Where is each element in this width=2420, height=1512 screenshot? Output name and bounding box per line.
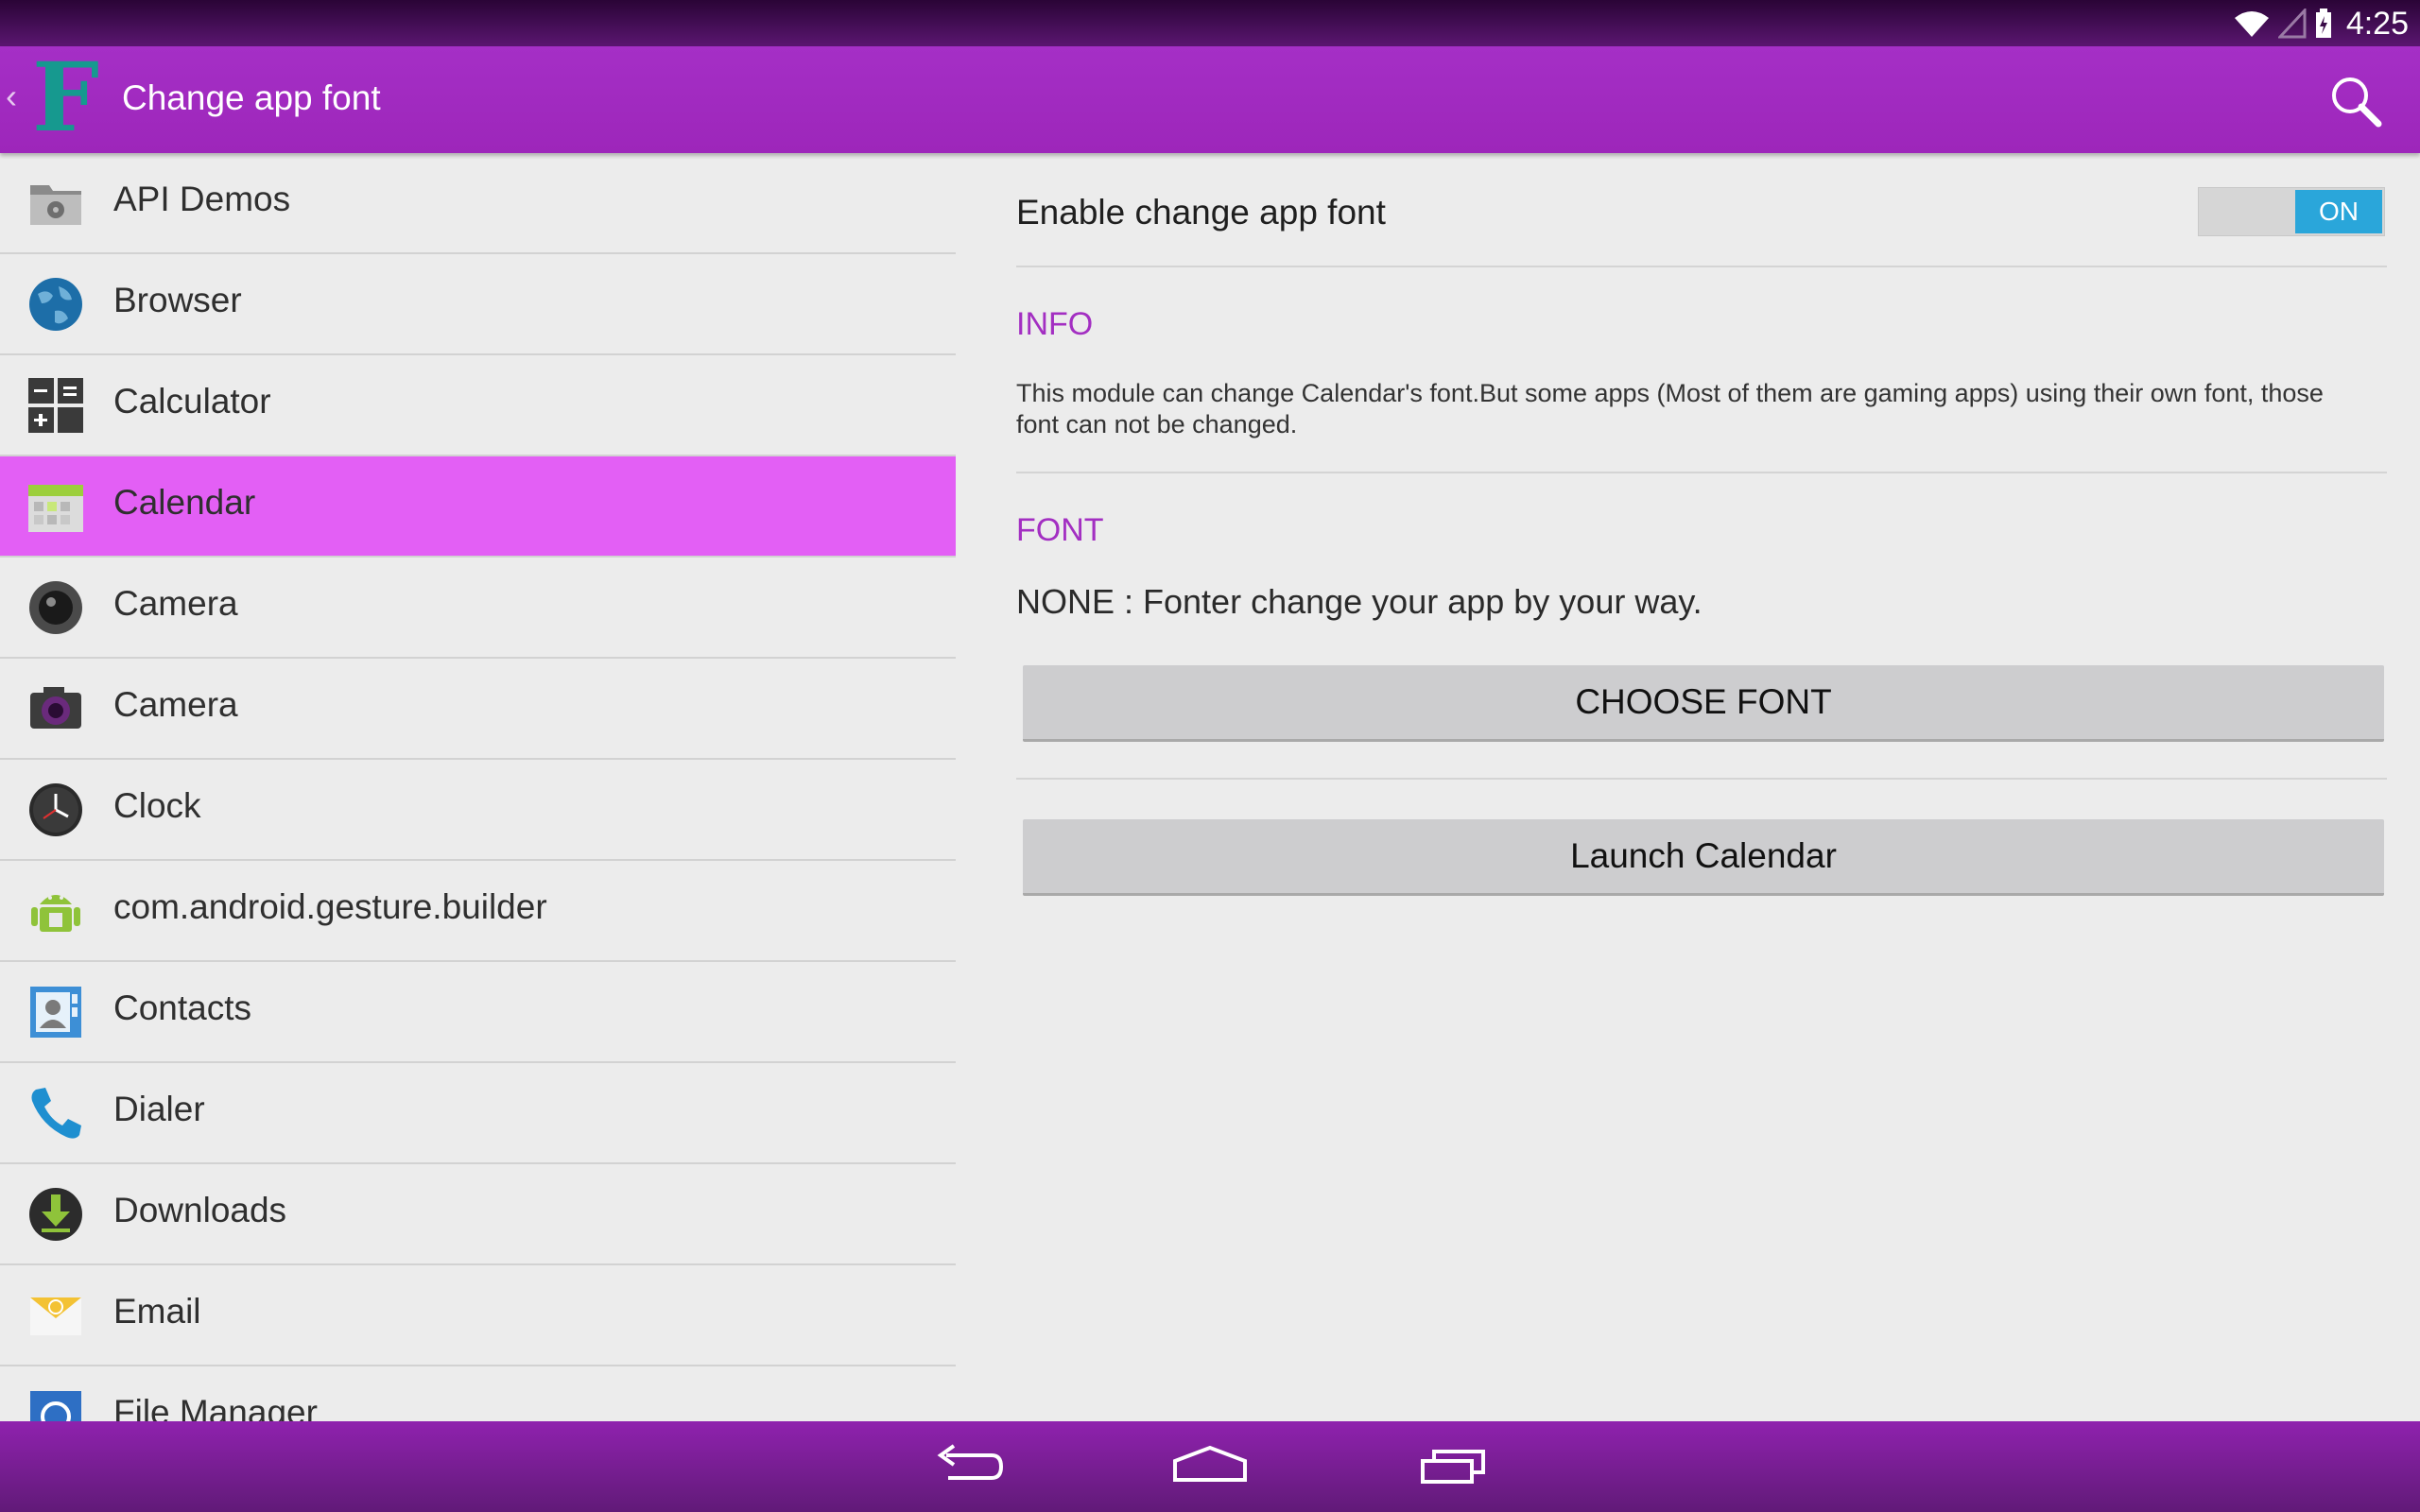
font-heading: FONT: [1016, 512, 1104, 548]
search-icon[interactable]: [2325, 71, 2386, 131]
list-item-label: Contacts: [113, 988, 252, 1027]
list-item[interactable]: API Demos: [0, 153, 956, 254]
list-item[interactable]: Dialer: [0, 1063, 956, 1164]
list-item-label: Calendar: [113, 483, 256, 522]
status-icons: 4:25: [2233, 6, 2409, 42]
divider: [1016, 778, 2387, 780]
home-icon[interactable]: [1167, 1438, 1253, 1495]
list-item[interactable]: File Manager: [0, 1366, 956, 1421]
enable-change-font-label: Enable change app font: [1016, 193, 1386, 232]
list-item-label: Browser: [113, 281, 242, 319]
recent-apps-icon[interactable]: [1411, 1438, 1496, 1495]
list-item-label: Email: [113, 1292, 201, 1331]
back-icon[interactable]: [925, 1438, 1011, 1495]
calculator-icon: [28, 378, 83, 433]
download-icon: [29, 1188, 82, 1241]
choose-font-button[interactable]: CHOOSE FONT: [1023, 665, 2384, 742]
file-manager-icon: [30, 1391, 81, 1421]
list-item-label: Calculator: [113, 382, 271, 421]
enable-toggle[interactable]: ON: [2198, 187, 2385, 236]
list-item[interactable]: Calculator: [0, 355, 956, 456]
battery-charging-icon: [2315, 9, 2331, 38]
folder-gear-icon: [30, 185, 81, 225]
launch-calendar-button[interactable]: Launch Calendar: [1023, 819, 2384, 896]
list-item[interactable]: Camera: [0, 659, 956, 760]
list-item-label: Clock: [113, 786, 201, 825]
list-item-label: Camera: [113, 584, 238, 623]
list-item-label: API Demos: [113, 180, 291, 218]
info-text: This module can change Calendar's font.B…: [1016, 379, 2324, 438]
list-item-label: com.android.gesture.builder: [113, 887, 547, 926]
list-item[interactable]: Camera: [0, 558, 956, 659]
clock-icon: [29, 783, 82, 836]
list-item-label: File Manager: [113, 1393, 318, 1421]
toggle-on-label: ON: [2295, 190, 2382, 233]
divider: [1016, 266, 2387, 267]
font-status-text: NONE : Fonter change your app by your wa…: [1016, 582, 1703, 621]
contacts-icon: [30, 987, 81, 1038]
list-item-label: Camera: [113, 685, 238, 724]
list-item-label: Dialer: [113, 1090, 205, 1128]
action-bar: ‹ F Change app font: [0, 46, 2420, 153]
divider: [1016, 472, 2387, 473]
globe-icon: [29, 278, 82, 331]
list-item[interactable]: com.android.gesture.builder: [0, 861, 956, 962]
phone-icon: [31, 1088, 81, 1139]
list-item[interactable]: Email: [0, 1265, 956, 1366]
detail-pane: Enable change app font ON INFO This modu…: [1016, 153, 2387, 1421]
list-item-selected[interactable]: Calendar: [0, 456, 956, 558]
list-item-label: Downloads: [113, 1191, 287, 1229]
camera-lens-icon: [29, 581, 82, 634]
navigation-bar: [0, 1421, 2420, 1512]
list-item[interactable]: Contacts: [0, 962, 956, 1063]
status-bar: 4:25: [0, 0, 2420, 46]
camera-icon: [30, 687, 81, 729]
android-icon: [31, 895, 80, 932]
list-item[interactable]: Browser: [0, 254, 956, 355]
wifi-icon: [2234, 11, 2269, 37]
app-list[interactable]: API Demos Browser Calculator Calendar Ca…: [0, 153, 956, 1421]
list-item[interactable]: Clock: [0, 760, 956, 861]
app-logo-icon[interactable]: F: [32, 50, 99, 145]
info-heading: INFO: [1016, 306, 1094, 342]
no-signal-icon: [2277, 9, 2307, 39]
calendar-icon: [28, 485, 83, 532]
list-item[interactable]: Downloads: [0, 1164, 956, 1265]
status-time: 4:25: [2345, 5, 2409, 42]
email-icon: [30, 1297, 81, 1335]
up-caret-icon[interactable]: ‹: [6, 77, 17, 116]
page-title: Change app font: [122, 78, 381, 117]
